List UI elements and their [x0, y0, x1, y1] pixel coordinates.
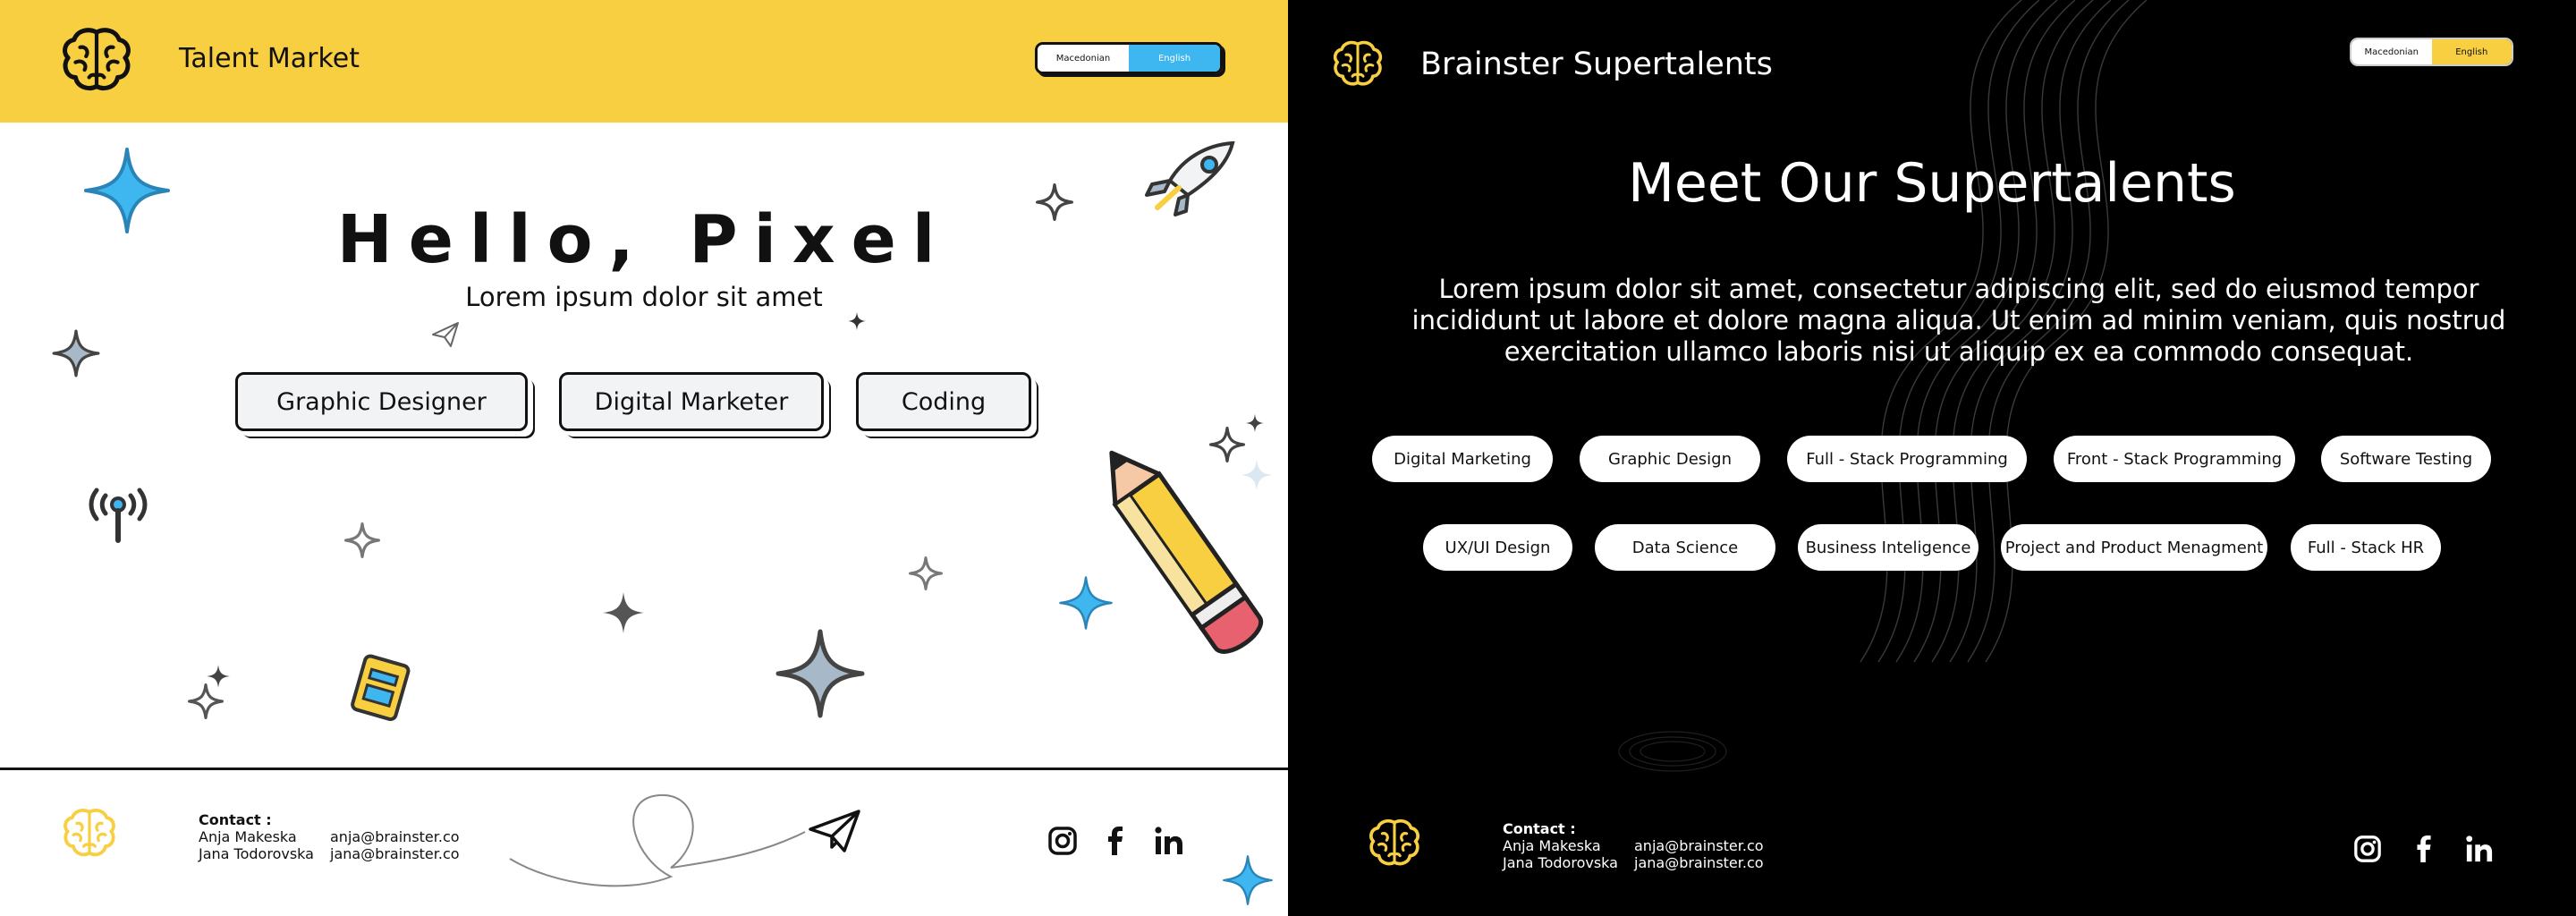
linkedin-icon [2466, 835, 2493, 862]
contact-row: Anja Makeska anja@brainster.co [199, 828, 460, 845]
page-heading: Meet Our Supertalents [1628, 152, 2236, 215]
outline-star-icon [909, 556, 943, 590]
linkedin-icon [1155, 827, 1182, 854]
contact-email[interactable]: jana@brainster.co [1634, 854, 1764, 871]
instagram-icon [2354, 835, 2381, 862]
contact-info: Contact : Anja Makeska anja@brainster.co… [199, 811, 460, 862]
language-toggle[interactable]: Macedonian English [1035, 42, 1223, 74]
pencil-icon [1109, 450, 1264, 654]
lang-option-english[interactable]: English [2431, 39, 2512, 64]
instagram-link[interactable] [1046, 824, 1080, 858]
facebook-link[interactable] [1098, 824, 1132, 858]
app-title: Brainster Supertalents [1420, 47, 1773, 82]
footer-divider [0, 768, 1288, 770]
pill-data-science[interactable]: Data Science [1595, 524, 1775, 571]
facebook-icon [2417, 835, 2431, 863]
hero-subtitle: Lorem ipsum dolor sit amet [465, 282, 823, 312]
contact-row: Jana Todorovska jana@brainster.co [1503, 854, 1764, 871]
blue-star-icon [1222, 854, 1274, 906]
linkedin-link[interactable] [2462, 832, 2496, 866]
pill-front-stack-programming[interactable]: Front - Stack Programming [2054, 436, 2295, 482]
small-star-icon [52, 329, 100, 377]
dark-star-icon [601, 590, 646, 635]
contact-row: Jana Todorovska jana@brainster.co [199, 845, 460, 862]
intro-paragraph: Lorem ipsum dolor sit amet, consectetur … [1411, 274, 2506, 367]
pill-full-stack-hr[interactable]: Full - Stack HR [2291, 524, 2441, 571]
notebook-icon [351, 654, 411, 722]
paper-plane-icon [432, 322, 459, 347]
instagram-link[interactable] [2351, 832, 2385, 866]
contact-email[interactable]: anja@brainster.co [330, 828, 460, 845]
footer-brain-logo-icon [1367, 816, 1422, 871]
talent-market-panel: Talent Market Macedonian English Hello, … [0, 0, 1288, 916]
brain-logo-icon[interactable] [1331, 38, 1385, 91]
contact-email[interactable]: anja@brainster.co [1634, 837, 1764, 854]
language-toggle[interactable]: Macedonian English [2350, 38, 2513, 66]
contact-label: Contact : [1503, 820, 1576, 837]
lang-option-macedonian[interactable]: Macedonian [1038, 45, 1129, 72]
outline-star-icon [344, 522, 380, 558]
graphic-designer-button[interactable]: Graphic Designer [235, 372, 528, 431]
digital-marketer-button[interactable]: Digital Marketer [559, 372, 824, 431]
flight-path-line [509, 793, 806, 887]
pill-digital-marketing[interactable]: Digital Marketing [1372, 436, 1553, 482]
hero-title: Hello, Pixel [336, 201, 952, 278]
contact-name: Jana Todorovska [1503, 854, 1618, 871]
contact-name: Jana Todorovska [199, 845, 314, 862]
pill-business-inteligence[interactable]: Business Inteligence [1798, 524, 1979, 571]
lang-option-macedonian[interactable]: Macedonian [2351, 39, 2432, 64]
tiny-star-icon [1245, 413, 1265, 433]
linkedin-link[interactable] [1152, 824, 1186, 858]
coding-button[interactable]: Coding [856, 372, 1031, 431]
footer-brain-logo-icon [61, 805, 118, 862]
instagram-icon [1048, 827, 1077, 855]
pill-project-product-menagment[interactable]: Project and Product Menagment [2001, 524, 2267, 571]
contact-label: Contact : [199, 811, 272, 828]
brainster-supertalents-panel: Brainster Supertalents Macedonian Englis… [1288, 0, 2576, 916]
contact-name: Anja Makeska [199, 828, 297, 845]
facebook-link[interactable] [2407, 832, 2441, 866]
pill-full-stack-programming[interactable]: Full - Stack Programming [1787, 436, 2027, 482]
outline-star-icon [188, 683, 224, 719]
pill-software-testing[interactable]: Software Testing [2321, 436, 2491, 482]
contact-info: Contact : Anja Makeska anja@brainster.co… [1503, 820, 1764, 871]
app-title: Talent Market [179, 43, 360, 74]
tiny-star-icon [206, 664, 231, 689]
large-grey-star-icon [775, 628, 866, 719]
contact-email[interactable]: jana@brainster.co [330, 845, 460, 862]
brain-logo-icon[interactable] [59, 23, 134, 98]
contact-name: Anja Makeska [1503, 837, 1601, 854]
paper-plane-icon [809, 810, 860, 852]
lang-option-english[interactable]: English [1129, 45, 1220, 72]
pill-ux-ui-design[interactable]: UX/UI Design [1423, 524, 1572, 571]
facebook-icon [1108, 827, 1123, 855]
pill-graphic-design[interactable]: Graphic Design [1580, 436, 1760, 482]
antenna-icon [89, 488, 148, 543]
tiny-star-icon [847, 311, 867, 331]
contact-row: Anja Makeska anja@brainster.co [1503, 837, 1764, 854]
